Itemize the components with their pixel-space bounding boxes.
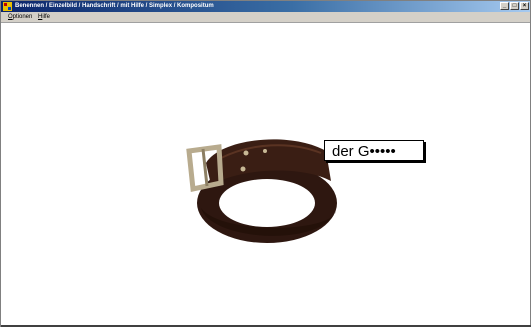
menu-bar: Optionen Hilfe (1, 12, 530, 23)
menu-optionen-label: ptionen (12, 14, 33, 20)
belt-picture (186, 139, 337, 243)
content-area: der G••••• (1, 23, 530, 325)
maximize-button[interactable]: □ (510, 2, 519, 10)
menu-hilfe[interactable]: Hilfe (38, 12, 50, 22)
minimize-button[interactable]: _ (500, 2, 509, 10)
window-controls: _ □ × (500, 2, 529, 11)
menu-hilfe-label: ilfe (42, 14, 51, 20)
window-title: Benennen / Einzelbild / Handschrift / mi… (15, 3, 214, 9)
app-icon[interactable] (3, 2, 12, 11)
app-window: Benennen / Einzelbild / Handschrift / mi… (0, 0, 531, 327)
title-bar[interactable]: Benennen / Einzelbild / Handschrift / mi… (1, 1, 530, 12)
answer-field[interactable]: der G••••• (324, 140, 424, 161)
menu-optionen[interactable]: Optionen (8, 12, 32, 22)
close-button[interactable]: × (520, 2, 529, 10)
